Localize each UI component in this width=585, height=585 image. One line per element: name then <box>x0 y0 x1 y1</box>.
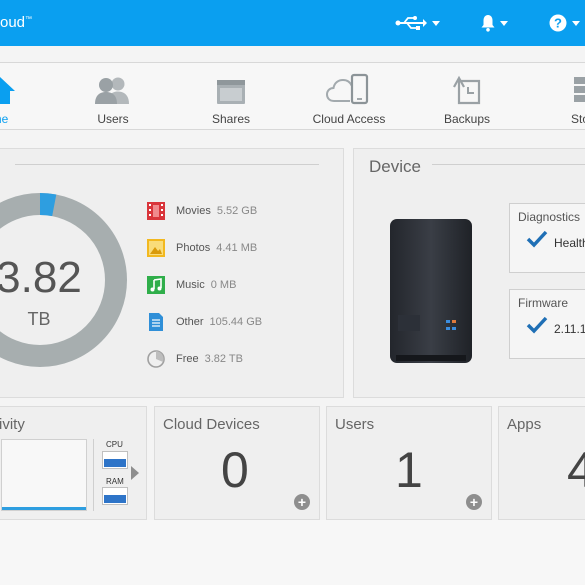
storage-free-value: 3.82 <box>0 253 82 302</box>
photo-icon <box>147 239 165 257</box>
storage-free-unit: TB <box>27 309 51 329</box>
title-divider <box>15 164 319 165</box>
apps-title: Apps <box>507 416 542 433</box>
nav-label: Users <box>97 112 129 126</box>
music-icon <box>147 276 165 294</box>
add-cloud-device-button[interactable]: + <box>294 494 310 510</box>
backup-icon <box>453 75 481 105</box>
apps-card[interactable]: Apps 4 <box>498 406 585 520</box>
nav-item-storage[interactable]: Stor <box>562 63 585 131</box>
nav-item-users[interactable]: Users <box>87 63 139 131</box>
usb-icon <box>395 16 427 30</box>
checkmark-icon <box>526 230 548 248</box>
brand-text: oud <box>0 14 26 31</box>
users-icon <box>95 77 129 104</box>
notifications-menu[interactable] <box>481 12 508 34</box>
legend-photos: Photos 4.41 MB <box>147 238 257 258</box>
nav-label: Backups <box>443 112 491 126</box>
legend-movies: Movies 5.52 GB <box>147 201 257 221</box>
help-menu[interactable]: ? <box>549 12 580 34</box>
firmware-card[interactable]: Firmware 2.11.1 <box>509 289 585 359</box>
divider <box>93 439 94 511</box>
document-icon <box>149 313 163 331</box>
cpu-meter <box>102 451 128 469</box>
usb-menu[interactable] <box>395 12 440 34</box>
chevron-down-icon <box>572 20 580 26</box>
nas-device-image[interactable] <box>386 217 476 367</box>
help-icon: ? <box>549 14 567 32</box>
add-user-button[interactable]: + <box>466 494 482 510</box>
brand-logo[interactable]: oud™ <box>0 14 32 31</box>
nav-label: me <box>0 112 9 126</box>
home-icon <box>0 77 15 104</box>
legend-value: 3.82 TB <box>204 353 243 365</box>
chevron-down-icon <box>432 20 440 26</box>
main-nav: me Users Shares <box>0 62 585 130</box>
legend-other: Other 105.44 GB <box>147 312 262 332</box>
nav-label: Cloud Access <box>312 112 386 126</box>
legend-label: Music <box>176 279 205 291</box>
users-card[interactable]: Users 1 + <box>326 406 492 520</box>
firmware-title: Firmware <box>518 296 568 310</box>
activity-graph <box>1 439 87 511</box>
legend-value: 5.52 GB <box>216 205 258 217</box>
activity-title: ivity <box>0 416 25 433</box>
device-panel: Device Diagnostics Health Firmware 2.11.… <box>353 148 585 398</box>
activity-card[interactable]: ivity CPU RAM <box>0 406 147 520</box>
trademark: ™ <box>25 16 33 23</box>
legend-free: Free 3.82 TB <box>147 349 243 369</box>
cloud-device-icon <box>326 73 369 105</box>
storage-panel: 3.82 TB Movies 5.52 GB Photos 4.41 MB Mu… <box>0 148 344 398</box>
cpu-label: CPU <box>106 440 123 449</box>
nav-label: Shares <box>211 112 251 126</box>
checkmark-icon <box>526 316 548 334</box>
legend-label: Photos <box>176 242 211 254</box>
legend-value: 4.41 MB <box>216 242 258 254</box>
legend-label: Other <box>176 316 204 328</box>
apps-count: 4 <box>567 442 585 498</box>
cloud-devices-title: Cloud Devices <box>163 416 260 433</box>
nav-item-shares[interactable]: Shares <box>205 63 257 131</box>
top-bar: oud™ ? <box>0 0 585 46</box>
legend-value: 105.44 GB <box>209 316 263 328</box>
pie-icon <box>147 350 165 368</box>
diagnostics-title: Diagnostics <box>518 210 581 224</box>
legend-music: Music 0 MB <box>147 275 236 295</box>
expand-arrow-icon[interactable] <box>131 466 139 480</box>
diagnostics-value: Health <box>554 236 585 250</box>
title-divider <box>432 164 585 165</box>
legend-value: 0 MB <box>210 279 237 291</box>
users-title: Users <box>335 416 375 433</box>
folder-icon <box>217 80 245 104</box>
storage-icon <box>574 77 585 102</box>
chevron-down-icon <box>500 20 508 26</box>
bell-icon <box>481 15 495 32</box>
firmware-value: 2.11.1 <box>554 322 585 336</box>
nav-label: Stor <box>570 112 585 126</box>
legend-label: Free <box>176 353 199 365</box>
users-count: 1 <box>395 442 423 498</box>
svg-text:?: ? <box>554 16 562 31</box>
cloud-devices-count: 0 <box>221 442 249 498</box>
nav-item-cloud-access[interactable]: Cloud Access <box>309 63 389 131</box>
nav-item-home[interactable]: me <box>0 63 20 131</box>
page-footer-area <box>0 520 585 585</box>
ram-meter <box>102 487 128 505</box>
legend-label: Movies <box>176 205 211 217</box>
diagnostics-card[interactable]: Diagnostics Health <box>509 203 585 273</box>
device-title: Device <box>369 157 421 176</box>
cloud-devices-card[interactable]: Cloud Devices 0 + <box>154 406 320 520</box>
activity-baseline <box>2 507 86 510</box>
ram-meter-fill <box>104 495 126 503</box>
movie-icon <box>147 202 165 220</box>
cpu-meter-fill <box>104 459 126 467</box>
nav-item-backups[interactable]: Backups <box>440 63 494 131</box>
ram-label: RAM <box>106 477 124 486</box>
